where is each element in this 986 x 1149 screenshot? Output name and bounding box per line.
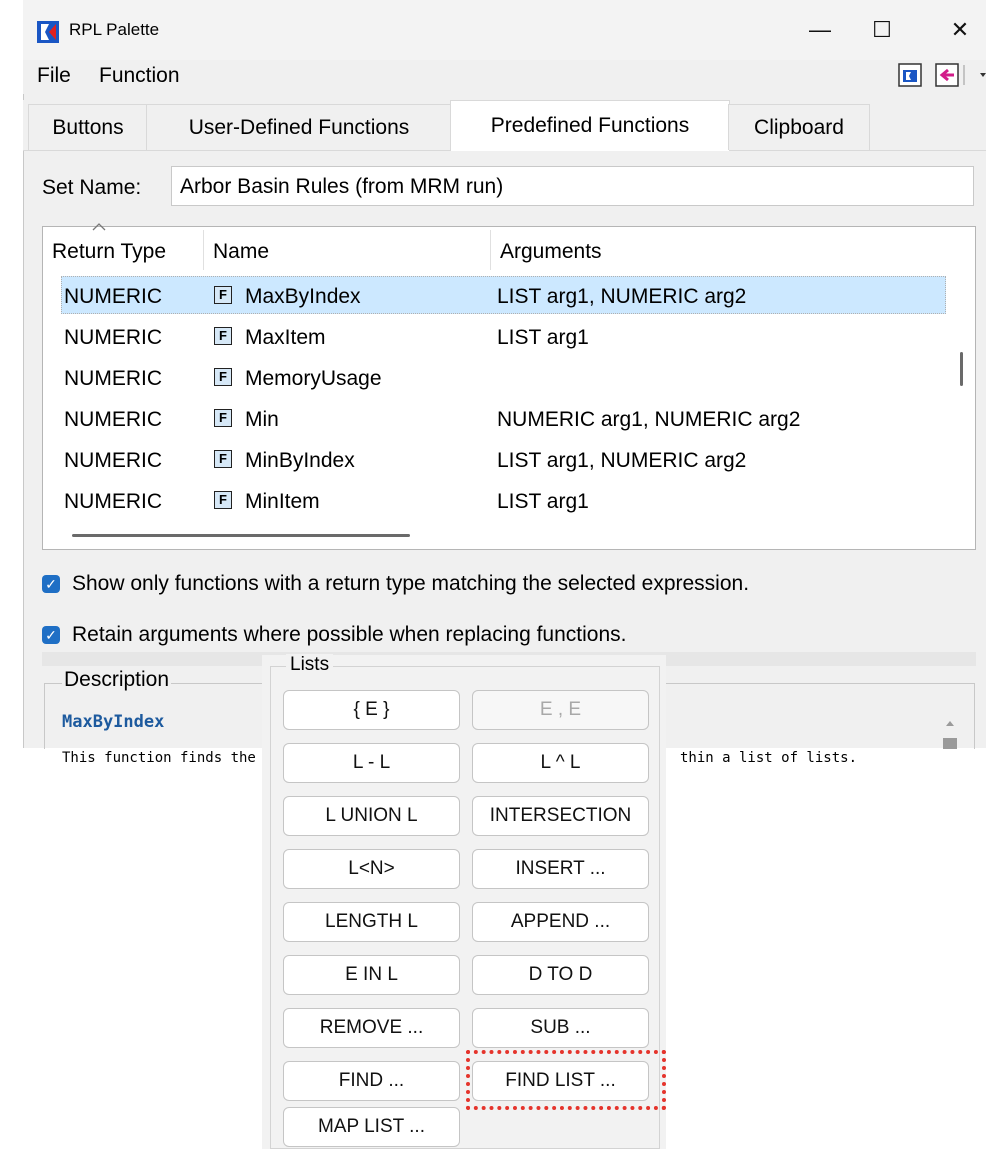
horizontal-scrollbar[interactable]: [72, 534, 410, 537]
header-name[interactable]: Name: [213, 240, 269, 264]
cell-name: MinByIndex: [245, 449, 355, 472]
function-icon: F: [214, 327, 232, 345]
insert-arrow-icon[interactable]: [934, 62, 986, 88]
cell-arguments: LIST arg1: [497, 326, 589, 349]
list-button-find[interactable]: FIND ...: [283, 1061, 460, 1101]
find-list-highlight: [466, 1050, 666, 1110]
set-name-label: Set Name:: [42, 176, 142, 199]
cell-return-type: NUMERIC: [64, 449, 162, 472]
cell-return-type: NUMERIC: [64, 326, 162, 349]
rpl-doc-icon[interactable]: [897, 62, 923, 88]
list-button-l-caret-l[interactable]: L ^ L: [472, 743, 649, 783]
tab-user-defined-functions[interactable]: User-Defined Functions: [146, 104, 452, 150]
list-button-insert[interactable]: INSERT ...: [472, 849, 649, 889]
description-scrollbar[interactable]: [940, 712, 960, 749]
description-function-name: MaxByIndex: [62, 712, 165, 732]
vertical-scrollbar[interactable]: [960, 352, 963, 386]
menu-file[interactable]: File: [37, 64, 71, 88]
function-icon: F: [214, 450, 232, 468]
retain-args-label: Retain arguments where possible when rep…: [72, 623, 627, 646]
cell-name: MemoryUsage: [245, 367, 382, 390]
show-only-checkbox[interactable]: ✓: [42, 575, 60, 593]
list-button-remove[interactable]: REMOVE ...: [283, 1008, 460, 1048]
cell-arguments: LIST arg1, NUMERIC arg2: [497, 449, 747, 472]
header-arguments[interactable]: Arguments: [500, 240, 602, 264]
list-button-e-comma-e[interactable]: E , E: [472, 690, 649, 730]
list-button-append[interactable]: APPEND ...: [472, 902, 649, 942]
cell-arguments: NUMERIC arg1, NUMERIC arg2: [497, 408, 801, 431]
cell-return-type: NUMERIC: [64, 367, 162, 390]
cell-name: Min: [245, 408, 279, 431]
rpl-app-icon: [37, 21, 59, 43]
close-button[interactable]: ✕: [940, 12, 980, 48]
description-text: This function finds the r: [62, 750, 273, 766]
column-divider[interactable]: [490, 230, 491, 270]
title-bar[interactable]: [23, 0, 986, 60]
function-icon: F: [214, 491, 232, 509]
cell-return-type: NUMERIC: [64, 285, 162, 308]
list-button-map-list[interactable]: MAP LIST ...: [283, 1107, 460, 1147]
function-icon: F: [214, 286, 232, 304]
set-name-field[interactable]: Arbor Basin Rules (from MRM run): [171, 166, 974, 206]
tab-predefined-functions[interactable]: Predefined Functions: [450, 100, 730, 151]
tab-buttons[interactable]: Buttons: [28, 104, 148, 150]
description-title: Description: [62, 668, 172, 692]
list-button-e-in-l[interactable]: E IN L: [283, 955, 460, 995]
window-title: RPL Palette: [69, 20, 160, 39]
list-button-length[interactable]: LENGTH L: [283, 902, 460, 942]
header-return-type[interactable]: Return Type: [52, 240, 166, 264]
list-button-d-to-d[interactable]: D TO D: [472, 955, 649, 995]
minimize-button[interactable]: —: [800, 12, 840, 48]
cell-return-type: NUMERIC: [64, 490, 162, 513]
menu-function[interactable]: Function: [99, 64, 180, 88]
cell-name: MinItem: [245, 490, 320, 513]
cell-arguments: LIST arg1: [497, 490, 589, 513]
cell-name: MaxByIndex: [245, 285, 361, 308]
list-button-index[interactable]: L<N>: [283, 849, 460, 889]
list-button-l-minus-l[interactable]: L - L: [283, 743, 460, 783]
list-button-sub[interactable]: SUB ...: [472, 1008, 649, 1048]
list-button-union[interactable]: L UNION L: [283, 796, 460, 836]
retain-args-checkbox[interactable]: ✓: [42, 626, 60, 644]
tab-clipboard[interactable]: Clipboard: [728, 104, 870, 150]
lists-title: Lists: [286, 654, 334, 676]
function-icon: F: [214, 409, 232, 427]
maximize-button[interactable]: ☐: [862, 12, 902, 48]
table-row[interactable]: [61, 358, 946, 396]
sort-asc-icon: [92, 218, 106, 236]
column-divider[interactable]: [203, 230, 204, 270]
description-text: thin a list of lists.: [680, 750, 858, 766]
cell-arguments: LIST arg1, NUMERIC arg2: [497, 285, 747, 308]
list-button-braces[interactable]: { E }: [283, 690, 460, 730]
cell-return-type: NUMERIC: [64, 408, 162, 431]
function-icon: F: [214, 368, 232, 386]
cell-name: MaxItem: [245, 326, 326, 349]
list-button-intersection[interactable]: INTERSECTION: [472, 796, 649, 836]
show-only-label: Show only functions with a return type m…: [72, 572, 750, 595]
